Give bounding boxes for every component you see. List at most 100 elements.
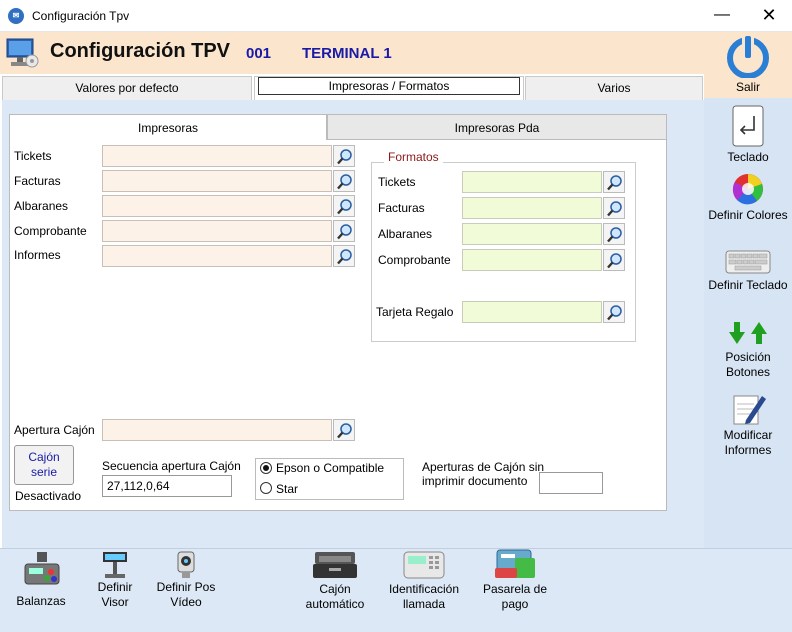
formato-comprobante-label: Comprobante bbox=[378, 253, 451, 267]
facturas-printer-field[interactable] bbox=[102, 170, 332, 192]
definir-colores-label: Definir Colores bbox=[708, 208, 788, 222]
formato-facturas-label: Facturas bbox=[378, 201, 425, 215]
terminal-name: TERMINAL 1 bbox=[302, 45, 392, 62]
radio-epson[interactable] bbox=[260, 462, 272, 474]
magnifier-icon bbox=[607, 201, 622, 217]
pole-display-icon bbox=[103, 552, 127, 578]
formato-tickets-search-button[interactable] bbox=[603, 171, 625, 193]
apertura-cajon-field[interactable] bbox=[102, 419, 332, 441]
comprobante-printer-field[interactable] bbox=[102, 220, 332, 242]
identificacion-llamada-button[interactable]: Identificación llamada bbox=[384, 548, 464, 612]
magnifier-icon bbox=[337, 149, 352, 165]
formato-tickets-label: Tickets bbox=[378, 175, 416, 189]
identificacion-llamada-label: Identificación llamada bbox=[388, 582, 460, 611]
magnifier-icon bbox=[337, 199, 352, 215]
formato-comprobante-search-button[interactable] bbox=[603, 249, 625, 271]
tab-impresoras[interactable]: Impresoras bbox=[9, 114, 327, 140]
comprobante-printer-search-button[interactable] bbox=[333, 220, 355, 242]
formato-tickets-field[interactable] bbox=[462, 171, 602, 193]
teclado-button[interactable]: Teclado bbox=[704, 104, 792, 164]
magnifier-icon bbox=[337, 224, 352, 240]
cajon-serie-status: Desactivado bbox=[15, 489, 82, 503]
cajon-serie-button[interactable]: Cajón serie bbox=[14, 445, 74, 485]
formato-tarjeta-regalo-label: Tarjeta Regalo bbox=[376, 305, 454, 319]
caller-id-icon bbox=[403, 551, 445, 579]
posicion-botones-label: Posición Botones bbox=[725, 350, 771, 379]
albaranes-label: Albaranes bbox=[14, 199, 69, 213]
formato-albaranes-field[interactable] bbox=[462, 223, 602, 245]
keyboard-icon bbox=[725, 250, 771, 274]
tickets-printer-field[interactable] bbox=[102, 145, 332, 167]
radio-star[interactable] bbox=[260, 482, 272, 494]
magnifier-icon bbox=[607, 305, 622, 321]
pasarela-pago-button[interactable]: Pasarela de pago bbox=[482, 548, 548, 612]
facturas-label: Facturas bbox=[14, 174, 61, 188]
albaranes-printer-field[interactable] bbox=[102, 195, 332, 217]
tab-impresoras-formatos[interactable]: Impresoras / Formatos bbox=[254, 76, 524, 100]
definir-teclado-button[interactable]: Definir Teclado bbox=[708, 248, 788, 293]
definir-visor-label: Definir Visor bbox=[97, 580, 133, 609]
comprobante-label: Comprobante bbox=[14, 224, 87, 238]
scale-icon bbox=[24, 552, 60, 585]
formato-facturas-field[interactable] bbox=[462, 197, 602, 219]
formato-comprobante-field[interactable] bbox=[462, 249, 602, 271]
tab-varios[interactable]: Varios bbox=[525, 76, 703, 100]
radio-star-label: Star bbox=[276, 482, 299, 496]
enter-key-icon bbox=[732, 105, 764, 147]
power-icon bbox=[727, 34, 769, 78]
definir-colores-button[interactable]: Definir Colores bbox=[708, 172, 788, 223]
page-title: Configuración TPV bbox=[50, 40, 230, 62]
formato-tarjeta-regalo-field[interactable] bbox=[462, 301, 602, 323]
secuencia-apertura-field[interactable]: 27,112,0,64 bbox=[102, 475, 232, 497]
aperturas-sin-imprimir-label: Aperturas de Cajón sin imprimir document… bbox=[422, 460, 545, 488]
balanzas-button[interactable]: Balanzas bbox=[12, 548, 70, 609]
radio-epson-label: Epson o Compatible bbox=[276, 461, 385, 475]
minimize-button[interactable]: — bbox=[707, 4, 737, 28]
definir-pos-video-label: Definir Pos Vídeo bbox=[156, 580, 216, 609]
formato-facturas-search-button[interactable] bbox=[603, 197, 625, 219]
up-down-arrows-icon bbox=[729, 322, 767, 344]
modificar-informes-label: Modificar Informes bbox=[723, 428, 773, 457]
magnifier-icon bbox=[337, 174, 352, 190]
terminal-code: 001 bbox=[246, 45, 272, 62]
cajon-automatico-button[interactable]: Cajón automático bbox=[300, 548, 370, 612]
magnifier-icon bbox=[337, 249, 352, 265]
definir-pos-video-button[interactable]: Definir Pos Vídeo bbox=[154, 548, 218, 610]
aperturas-sin-imprimir-field[interactable] bbox=[539, 472, 603, 494]
cash-drawer-icon bbox=[313, 552, 357, 578]
pencil-document-icon bbox=[733, 395, 766, 425]
albaranes-printer-search-button[interactable] bbox=[333, 195, 355, 217]
formato-albaranes-search-button[interactable] bbox=[603, 223, 625, 245]
salir-button[interactable]: Salir bbox=[704, 34, 792, 94]
tickets-printer-search-button[interactable] bbox=[333, 145, 355, 167]
teclado-label: Teclado bbox=[727, 150, 769, 164]
definir-visor-button[interactable]: Definir Visor bbox=[90, 548, 140, 610]
formato-albaranes-label: Albaranes bbox=[378, 227, 433, 241]
modificar-informes-button[interactable]: Modificar Informes bbox=[708, 392, 788, 458]
informes-printer-search-button[interactable] bbox=[333, 245, 355, 267]
camera-icon bbox=[177, 551, 195, 578]
close-button[interactable]: ✕ bbox=[754, 4, 784, 28]
formato-tarjeta-regalo-search-button[interactable] bbox=[603, 301, 625, 323]
tab-valores-por-defecto[interactable]: Valores por defecto bbox=[2, 76, 252, 100]
tab-impresoras-pda[interactable]: Impresoras Pda bbox=[327, 114, 667, 140]
terminal-config-icon bbox=[6, 38, 39, 68]
secuencia-apertura-label: Secuencia apertura Cajón bbox=[102, 459, 241, 473]
balanzas-label: Balanzas bbox=[16, 594, 66, 608]
informes-printer-field[interactable] bbox=[102, 245, 332, 267]
tab-impresoras-formatos-label: Impresoras / Formatos bbox=[258, 77, 520, 95]
magnifier-icon bbox=[607, 227, 622, 243]
tickets-label: Tickets bbox=[14, 149, 52, 163]
magnifier-icon bbox=[337, 423, 352, 439]
app-icon: ✉ bbox=[8, 8, 24, 24]
config-header: Configuración TPV 001 TERMINAL 1 bbox=[0, 32, 704, 74]
facturas-printer-search-button[interactable] bbox=[333, 170, 355, 192]
payment-gateway-icon bbox=[495, 549, 535, 578]
apertura-cajon-label: Apertura Cajón bbox=[14, 423, 95, 437]
right-sidebar: Salir Teclado Definir Colores Definir Te… bbox=[704, 32, 792, 548]
pasarela-pago-label: Pasarela de pago bbox=[482, 582, 548, 611]
posicion-botones-button[interactable]: Posición Botones bbox=[708, 320, 788, 380]
magnifier-icon bbox=[607, 175, 622, 191]
apertura-cajon-search-button[interactable] bbox=[333, 419, 355, 441]
color-wheel-icon bbox=[732, 174, 763, 205]
